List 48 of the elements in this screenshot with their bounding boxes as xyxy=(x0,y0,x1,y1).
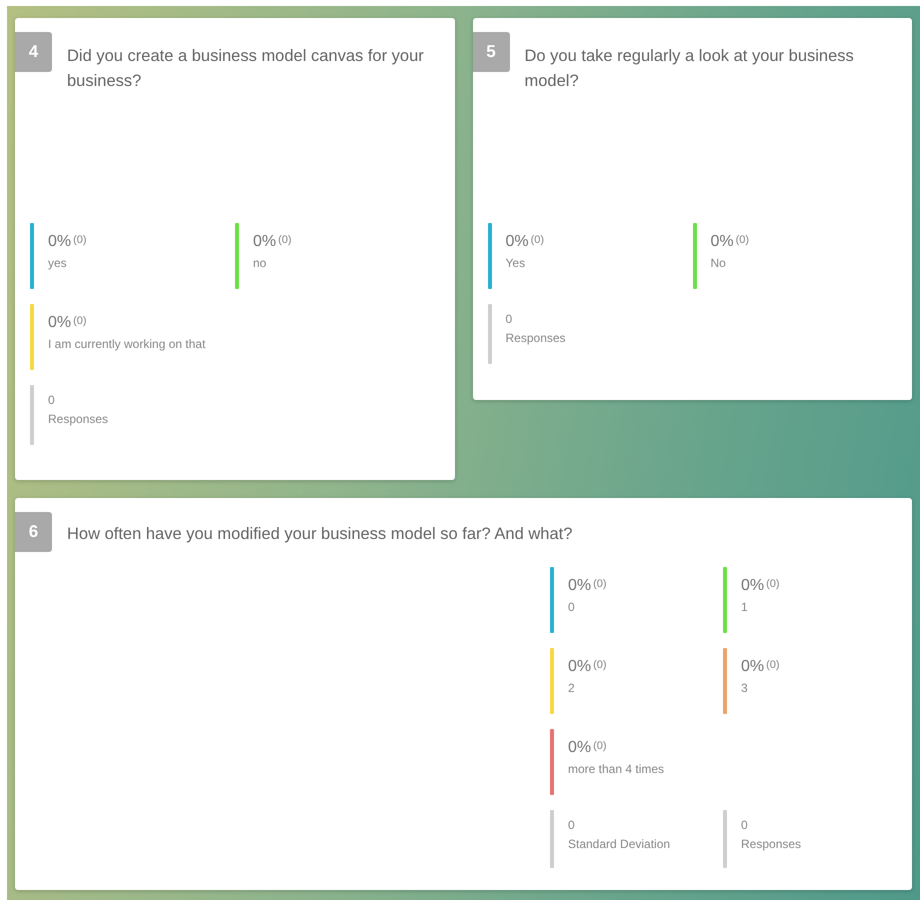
count-value: (0) xyxy=(766,578,780,590)
question-number: 5 xyxy=(472,32,510,72)
summary-value: 0 xyxy=(568,818,576,832)
count-value: (0) xyxy=(766,659,780,671)
percent-value: 0% xyxy=(741,577,764,595)
option-label: 0 xyxy=(568,600,576,614)
option-label: more than 4 times xyxy=(568,762,664,776)
option-label: 2 xyxy=(568,681,576,695)
percent-value: 0% xyxy=(568,658,592,676)
summary-label: Responses xyxy=(48,412,108,426)
option-label: I am currently working on that xyxy=(48,337,206,351)
count-value: (0) xyxy=(530,234,544,246)
option-label: 1 xyxy=(741,600,749,614)
question-number: 4 xyxy=(15,32,52,72)
question-text: How often have you modified your business model so far? And what? xyxy=(67,524,572,545)
percent-value: 0% xyxy=(710,233,734,251)
percent-value: 0% xyxy=(568,577,592,595)
question-text: Did you create a business model canvas for your business? xyxy=(67,46,425,92)
option-label: Yes xyxy=(506,256,526,270)
question-text: Do you take regularly a look at your business model? xyxy=(524,46,855,92)
option-label: No xyxy=(710,256,727,270)
stat-bar xyxy=(488,304,492,364)
count-value: (0) xyxy=(278,234,292,246)
count-value: (0) xyxy=(73,315,87,327)
percent-value: 0% xyxy=(48,233,72,251)
summary-value: 0 xyxy=(48,393,56,407)
stat-bar xyxy=(30,385,34,445)
summary-label: Standard Deviation xyxy=(568,837,670,851)
option-label: yes xyxy=(48,256,68,270)
summary-label: Responses xyxy=(741,837,802,851)
summary-value: 0 xyxy=(506,312,514,326)
summary-value: 0 xyxy=(741,818,749,832)
stat-bar xyxy=(723,810,727,868)
summary-label: Responses xyxy=(506,331,566,345)
percent-value: 0% xyxy=(48,314,72,332)
count-value: (0) xyxy=(736,234,750,246)
option-label: 3 xyxy=(741,681,749,695)
percent-value: 0% xyxy=(506,233,529,251)
count-value: (0) xyxy=(593,740,607,752)
count-value: (0) xyxy=(593,578,607,590)
percent-value: 0% xyxy=(741,658,764,676)
percent-value: 0% xyxy=(253,233,276,251)
option-label: no xyxy=(253,256,268,270)
count-value: (0) xyxy=(73,234,87,246)
percent-value: 0% xyxy=(568,739,592,757)
count-value: (0) xyxy=(593,659,607,671)
stat-bar xyxy=(550,810,554,868)
question-number: 6 xyxy=(15,512,52,552)
